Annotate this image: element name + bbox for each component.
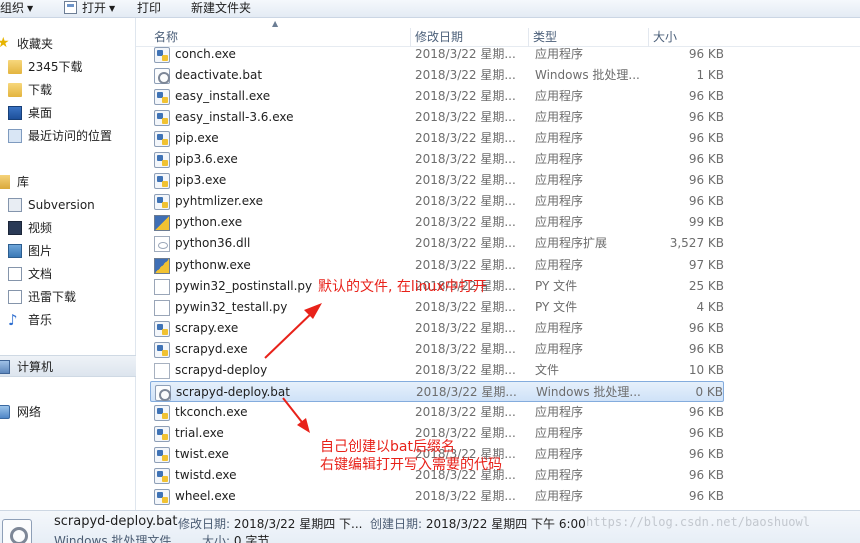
details-created-label: 创建日期:: [370, 517, 423, 531]
details-size-label: 大小:: [202, 534, 231, 543]
annotation-create-bat-line1: 自己创建以bat后缀名: [320, 439, 455, 455]
annotation-arrowhead-2: [297, 418, 310, 433]
details-modified: 修改日期: 2018/3/22 星期四 下...: [178, 515, 362, 532]
watermark-text: https://blog.csdn.net/baoshuowl: [586, 515, 810, 529]
details-pane: scrapyd-deploy.bat 修改日期: 2018/3/22 星期四 下…: [0, 510, 860, 543]
details-created: 创建日期: 2018/3/22 星期四 下午 6:00: [370, 515, 586, 532]
details-file-name: scrapyd-deploy.bat: [54, 514, 178, 529]
bat-file-large-icon: [2, 519, 32, 543]
details-file-type: Windows 批处理文件: [54, 534, 172, 543]
details-size: 大小: 0 字节: [202, 532, 269, 543]
annotation-default-file: 默认的文件, 在linux中打开: [318, 279, 487, 295]
annotation-arrow-1: [264, 308, 317, 359]
annotation-create-bat-line2: 右键编辑打开写入需要的代码: [320, 457, 502, 473]
details-size-value: 0 字节: [233, 534, 270, 543]
details-modified-value: 2018/3/22 星期四 下...: [233, 517, 363, 531]
details-modified-label: 修改日期:: [178, 517, 231, 531]
details-created-value: 2018/3/22 星期四 下午 6:00: [425, 517, 586, 531]
